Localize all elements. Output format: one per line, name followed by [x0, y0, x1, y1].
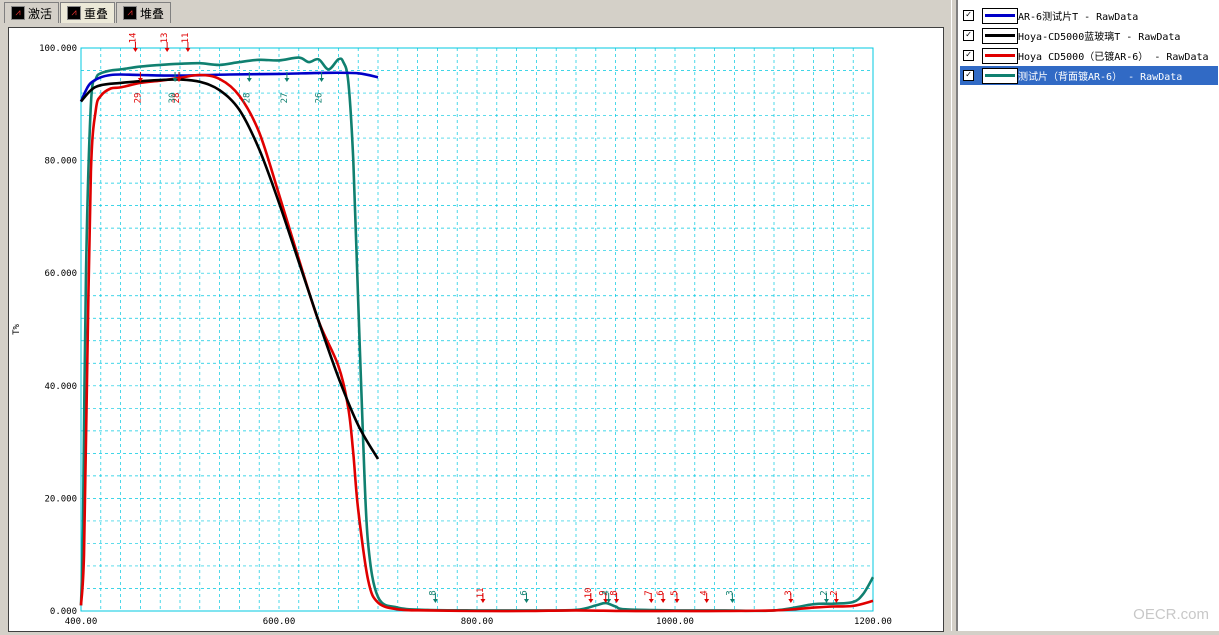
tab-label: 重叠 [84, 6, 109, 21]
peak-marker-label: 8 [610, 590, 620, 595]
x-tick-label: 600.00 [263, 617, 296, 627]
x-tick-label: 1200.00 [854, 617, 892, 627]
peak-marker-label: 14 [128, 33, 138, 44]
view-tabs: ⩘ 激活 ⩘ 重叠 ⩘ 堆叠 [4, 2, 172, 24]
tab-2[interactable]: ⩘ 堆叠 [116, 2, 172, 23]
plot-area[interactable]: 400.00 600.00 800.00 1000.00 1200.00 0.000 20.… [8, 27, 944, 632]
legend-checkbox[interactable]: ✓ [963, 30, 974, 41]
legend-item[interactable]: ✓ 测试片（背面镀AR-6） - RawData [960, 66, 1218, 85]
legend-swatch [982, 27, 1018, 44]
legend-item[interactable]: ✓ Hoya CD5000（已镀AR-6） - RawData [960, 46, 1218, 65]
legend-checkbox[interactable]: ✓ [963, 70, 974, 81]
chart-icon: ⩘ [11, 6, 25, 20]
y-tick-label: 80.000 [44, 157, 77, 167]
peak-marker-label: 8 [428, 590, 438, 595]
legend-swatch [982, 67, 1018, 84]
y-tick-label: 0.000 [50, 607, 77, 617]
peak-marker-label: 3 [725, 590, 735, 595]
peak-marker-arrow [588, 599, 594, 603]
peak-marker-arrow [284, 78, 290, 82]
y-tick-label: 60.000 [44, 269, 77, 279]
legend-swatch [982, 7, 1018, 24]
legend-checkbox[interactable]: ✓ [963, 10, 974, 21]
x-tick-label: 400.00 [65, 617, 98, 627]
peak-marker-arrow [788, 599, 794, 603]
series-line-1 [80, 78, 380, 460]
peak-marker-label: 4 [700, 590, 710, 595]
peak-marker-arrow [648, 599, 654, 603]
peak-marker-label: 2 [819, 590, 829, 595]
peak-marker-arrow [704, 599, 710, 603]
peak-marker-label: 13 [160, 33, 170, 44]
peak-marker-label: 28 [242, 93, 252, 104]
peak-marker-arrow [132, 48, 138, 52]
peak-marker-label: 7 [644, 590, 654, 595]
y-tick-label: 20.000 [44, 494, 77, 504]
chart-panel: ⩘ 激活 ⩘ 重叠 ⩘ 堆叠 400.00 600.00 800.00 1000.00 1200.… [0, 0, 951, 632]
peak-marker-arrow [319, 78, 325, 82]
legend-swatch [982, 47, 1018, 64]
tab-1[interactable]: ⩘ 重叠 [60, 2, 116, 23]
transmittance-chart[interactable]: 400.00 600.00 800.00 1000.00 1200.00 0.000 20.… [9, 28, 943, 631]
peak-marker-label: 11 [181, 33, 191, 44]
peak-marker-arrow [164, 48, 170, 52]
peak-marker-label: 3 [784, 590, 794, 595]
peak-marker-arrow [614, 599, 620, 603]
peak-marker-label: 2 [829, 590, 839, 595]
y-tick-label: 100.000 [39, 44, 77, 54]
x-tick-label: 1000.00 [656, 617, 694, 627]
legend-panel: OECR.com ✓ AR-6测试片T - RawData ✓ Hoya-CD5000… [957, 0, 1219, 631]
watermark: OECR.com [1133, 606, 1209, 623]
peak-marker-label: 5 [670, 590, 680, 595]
x-tick-label: 800.00 [461, 617, 494, 627]
peak-marker-arrow [185, 48, 191, 52]
legend-item[interactable]: ✓ Hoya-CD5000蓝玻璃T - RawData [960, 26, 1218, 45]
y-axis-label: T% [12, 324, 22, 335]
stack-chart-icon: ⩘ [123, 6, 138, 20]
peak-marker-label: 29 [133, 93, 143, 104]
peak-marker-label: 30 [168, 93, 178, 104]
tab-0[interactable]: ⩘ 激活 [4, 2, 60, 23]
legend-label: Hoya CD5000（已镀AR-6） - RawData [1018, 52, 1209, 63]
legend-label: 测试片（背面镀AR-6） - RawData [1018, 72, 1183, 83]
peak-marker-label: 6 [656, 590, 666, 595]
peak-marker-label: 6 [520, 590, 530, 595]
overlay-chart-icon: ⩘ [67, 6, 82, 20]
y-tick-label: 40.000 [44, 382, 77, 392]
legend-item[interactable]: ✓ AR-6测试片T - RawData [960, 6, 1218, 25]
legend-label: Hoya-CD5000蓝玻璃T - RawData [1018, 32, 1181, 43]
peak-marker-label: 10 [584, 588, 594, 599]
tab-label: 堆叠 [140, 6, 165, 21]
legend-label: AR-6测试片T - RawData [1018, 12, 1139, 23]
peak-marker-arrow [524, 599, 529, 603]
legend-checkbox[interactable]: ✓ [963, 50, 974, 61]
peak-marker-label: 27 [280, 93, 290, 104]
peak-marker-arrow [480, 599, 486, 603]
peak-marker-label: 11 [476, 588, 486, 599]
peak-marker-label: 26 [315, 93, 325, 104]
tab-label: 激活 [28, 6, 53, 21]
peak-marker-arrow [660, 599, 666, 603]
peak-marker-arrow [246, 78, 252, 82]
